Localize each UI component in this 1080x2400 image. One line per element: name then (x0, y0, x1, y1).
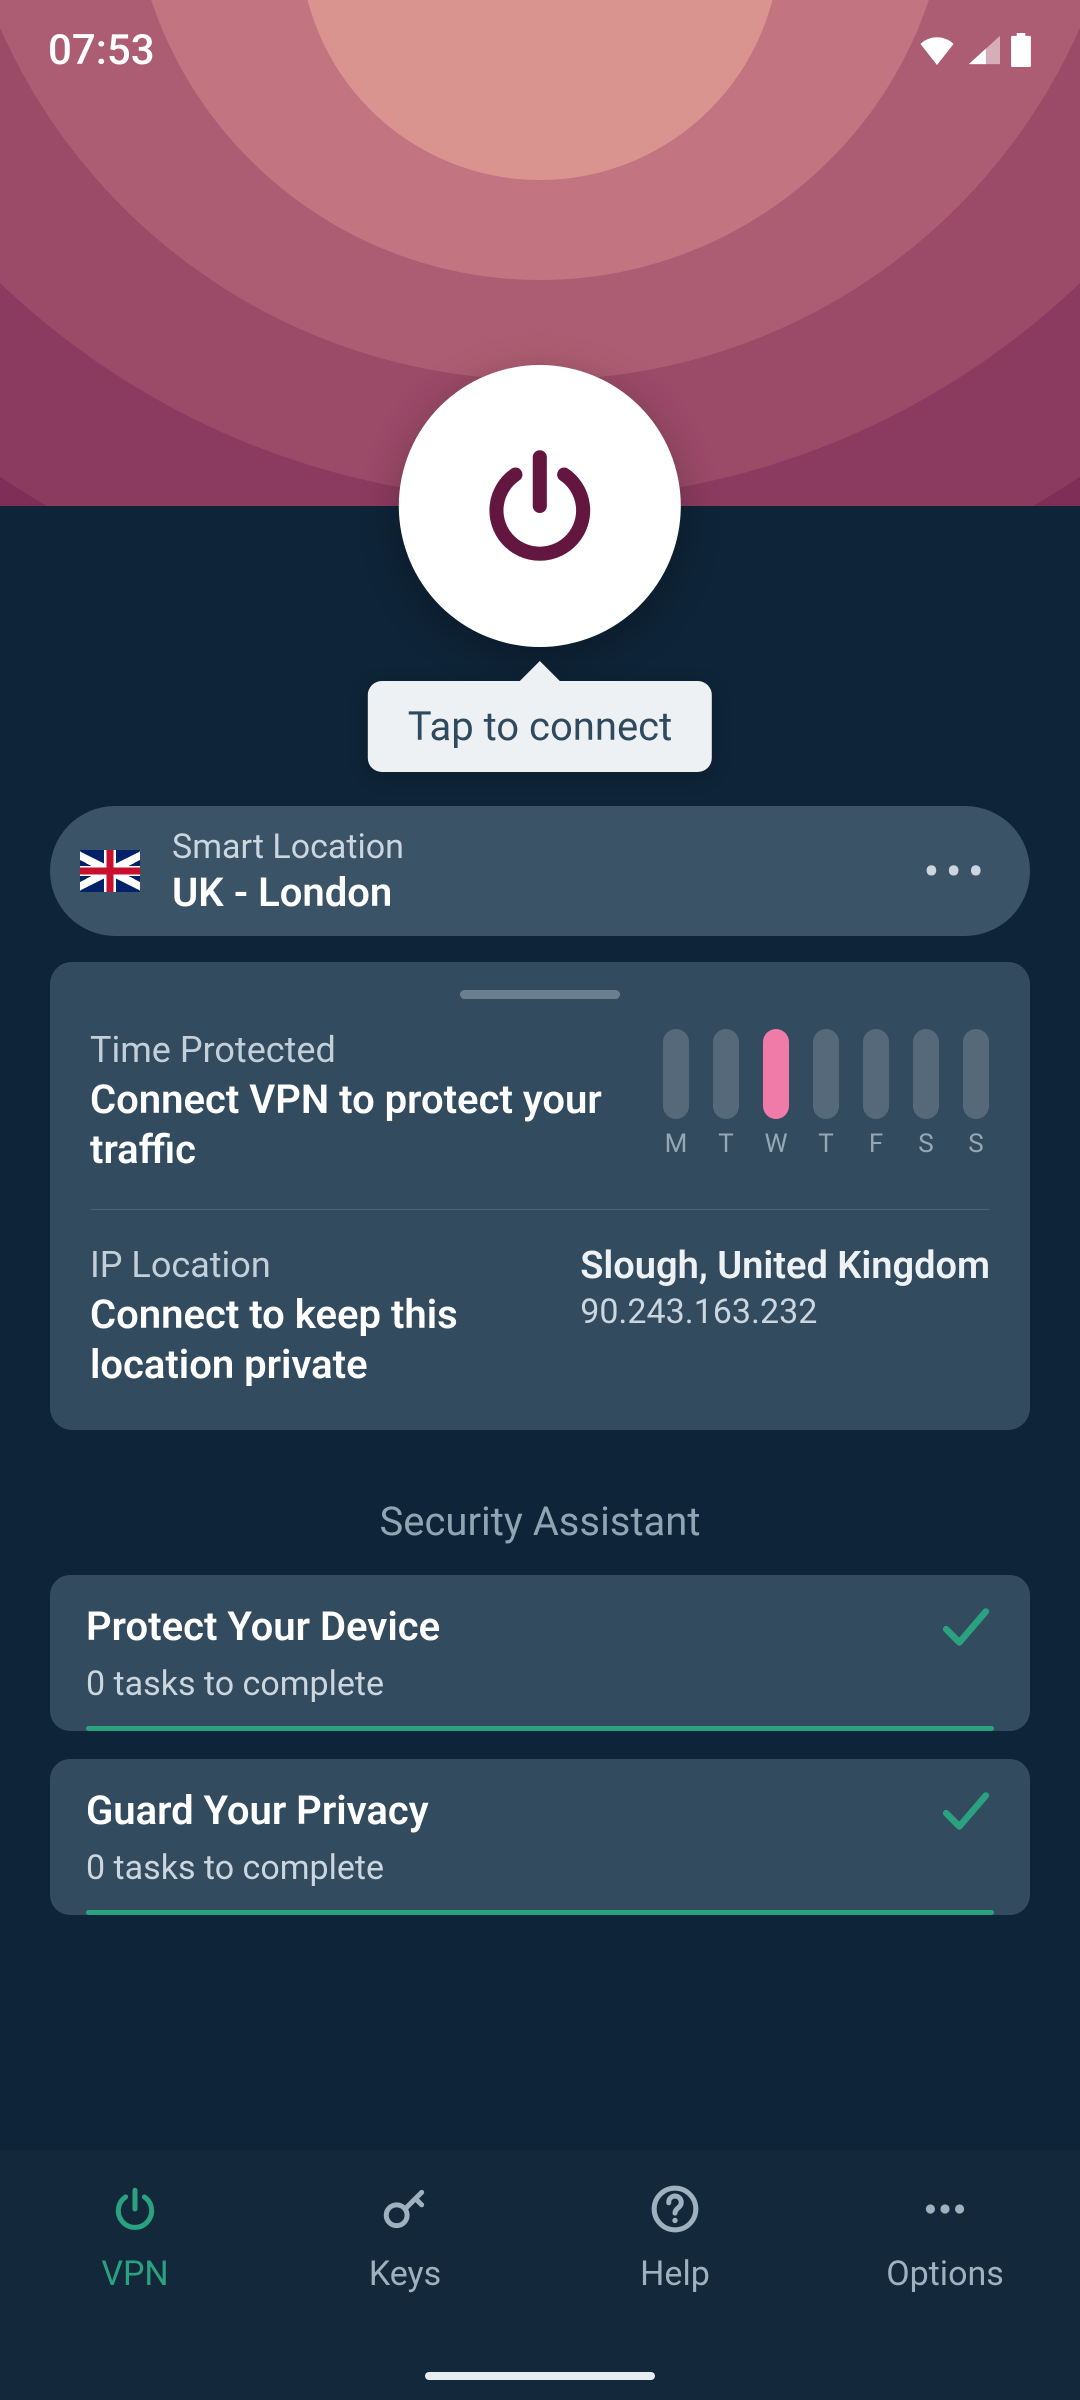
connect-button[interactable] (399, 365, 681, 647)
location-selector[interactable]: Smart Location UK - London ••• (50, 806, 1030, 936)
status-icons (918, 33, 1032, 67)
day-bar: S (912, 1029, 940, 1159)
nav-vpn[interactable]: VPN (0, 2184, 270, 2294)
ip-location-label: IP Location (90, 1244, 550, 1286)
status-time: 07:53 (48, 26, 155, 75)
ip-address: 90.243.163.232 (580, 1292, 990, 1332)
help-icon (650, 2184, 700, 2238)
day-bar: F (862, 1029, 890, 1159)
ip-city: Slough, United Kingdom (580, 1244, 990, 1288)
weekly-bars: MTWTFSS (662, 1029, 990, 1159)
wifi-icon (918, 35, 956, 65)
stats-card[interactable]: Time Protected Connect VPN to protect yo… (50, 962, 1030, 1430)
security-task[interactable]: Guard Your Privacy 0 tasks to complete (50, 1759, 1030, 1915)
key-icon (380, 2184, 430, 2238)
day-bar: M (662, 1029, 690, 1159)
day-bar: T (712, 1029, 740, 1159)
status-bar: 07:53 (0, 0, 1080, 100)
nav-label: Help (640, 2254, 710, 2294)
task-title: Guard Your Privacy (86, 1787, 429, 1834)
security-assistant-title: Security Assistant (0, 1498, 1080, 1545)
ip-location-value: Connect to keep this location private (90, 1290, 550, 1390)
smart-location-label: Smart Location (172, 827, 923, 867)
check-icon (938, 1605, 994, 1649)
time-protected-value: Connect VPN to protect your traffic (90, 1075, 632, 1175)
nav-options[interactable]: Options (810, 2184, 1080, 2294)
check-icon (938, 1789, 994, 1833)
nav-keys[interactable]: Keys (270, 2184, 540, 2294)
day-bar: S (962, 1029, 990, 1159)
battery-icon (1010, 33, 1032, 67)
more-icon[interactable]: ••• (923, 843, 990, 900)
task-title: Protect Your Device (86, 1603, 440, 1650)
flag-icon (80, 850, 140, 892)
drag-handle[interactable] (460, 990, 620, 999)
location-name: UK - London (172, 869, 923, 916)
signal-icon (966, 35, 1000, 65)
connect-tooltip: Tap to connect (368, 681, 712, 772)
nav-label: VPN (101, 2254, 168, 2294)
power-icon (110, 2184, 160, 2238)
nav-help[interactable]: Help (540, 2184, 810, 2294)
day-bar: T (812, 1029, 840, 1159)
task-subtitle: 0 tasks to complete (86, 1848, 994, 1888)
nav-label: Keys (369, 2254, 441, 2294)
home-indicator (425, 2372, 655, 2380)
power-icon (475, 441, 605, 571)
security-task[interactable]: Protect Your Device 0 tasks to complete (50, 1575, 1030, 1731)
task-progress (86, 1726, 994, 1731)
dots-icon (920, 2184, 970, 2238)
bottom-nav: VPN Keys Help Options (0, 2150, 1080, 2400)
task-progress (86, 1910, 994, 1915)
day-bar: W (762, 1029, 790, 1159)
divider (90, 1209, 990, 1210)
nav-label: Options (886, 2254, 1004, 2294)
task-subtitle: 0 tasks to complete (86, 1664, 994, 1704)
time-protected-label: Time Protected (90, 1029, 632, 1071)
